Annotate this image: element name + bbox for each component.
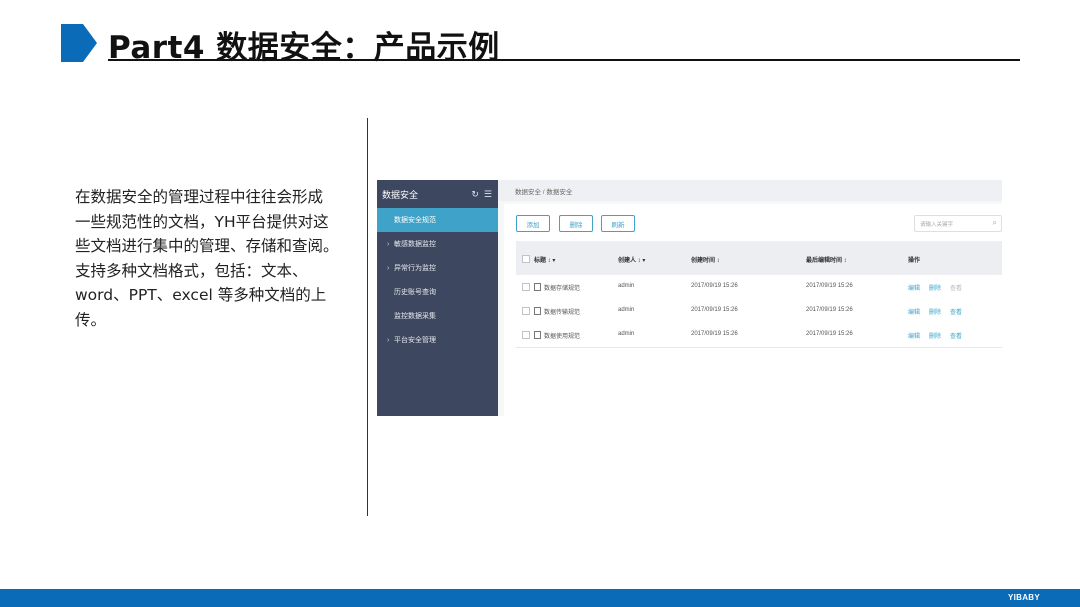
sidebar-item-data-collection[interactable]: 监控数据采集 xyxy=(377,304,498,328)
row-edited: 2017/09/19 15:26 xyxy=(806,283,853,289)
description-line: 在数据安全的管理过程中往往会形成 xyxy=(75,188,324,206)
menu-icon[interactable]: ☰ xyxy=(484,189,492,200)
sidebar-item-label: 数据安全规范 xyxy=(394,217,436,224)
delete-link[interactable]: 删除 xyxy=(929,307,941,316)
sidebar-item-label: 敏感数据监控 xyxy=(394,241,436,248)
search-input[interactable]: 请输入关键字 ⌕ xyxy=(914,215,1002,232)
row-checkbox[interactable] xyxy=(522,307,530,315)
delete-link[interactable]: 删除 xyxy=(929,283,941,292)
row-created: 2017/09/19 15:26 xyxy=(691,331,738,337)
row-edited: 2017/09/19 15:26 xyxy=(806,307,853,313)
edit-link[interactable]: 编辑 xyxy=(908,307,920,316)
delete-button[interactable]: 删除 xyxy=(559,215,593,232)
edit-link[interactable]: 编辑 xyxy=(908,331,920,340)
product-screenshot: 数据安全 ↻ ☰ 数据安全规范 › 敏感数据监控 › 异常行为监控 历史账号查询… xyxy=(377,180,1002,416)
description-line: word、PPT、excel 等多种文档的上 xyxy=(75,286,327,304)
sidebar-item-label: 历史账号查询 xyxy=(394,289,436,296)
table-row[interactable]: 数据传输规范 admin 2017/09/19 15:26 2017/09/19… xyxy=(516,299,1002,324)
select-all-checkbox[interactable] xyxy=(522,255,530,263)
row-title: 数据传输规范 xyxy=(544,310,581,316)
sidebar-item-account-history[interactable]: 历史账号查询 xyxy=(377,280,498,304)
view-link[interactable]: 查看 xyxy=(950,331,962,340)
column-header-edited[interactable]: 最后编辑时间 ↕ xyxy=(806,255,847,264)
chevron-right-icon: › xyxy=(387,240,390,248)
delete-link[interactable]: 删除 xyxy=(929,331,941,340)
column-header-creator[interactable]: 创建人 ↕ ▾ xyxy=(618,255,645,264)
refresh-icon[interactable]: ↻ xyxy=(471,189,479,200)
breadcrumb[interactable]: 数据安全 / 数据安全 xyxy=(515,186,572,196)
sidebar-item-label: 平台安全管理 xyxy=(394,337,436,344)
table-row[interactable]: 数据存储规范 admin 2017/09/19 15:26 2017/09/19… xyxy=(516,275,1002,300)
row-created: 2017/09/19 15:26 xyxy=(691,307,738,313)
row-edited: 2017/09/19 15:26 xyxy=(806,331,853,337)
description-line: 支持多种文档格式，包括：文本、 xyxy=(75,261,308,280)
row-title: 数据使用规范 xyxy=(544,334,581,340)
column-header-title[interactable]: 标题 ↕ ▾ xyxy=(534,255,555,264)
search-placeholder: 请输入关键字 xyxy=(920,222,954,228)
chevron-right-icon: › xyxy=(387,336,390,344)
description-line: 些文档进行集中的管理、存储和查阅。 xyxy=(75,237,339,255)
column-header-actions: 操作 xyxy=(908,258,921,264)
main-area: 数据安全 / 数据安全 添加 删除 刷新 请输入关键字 ⌕ 标题 ↕ ▾ 创建人… xyxy=(498,180,1002,416)
row-title: 数据存储规范 xyxy=(544,286,581,292)
view-link[interactable]: 查看 xyxy=(950,283,962,292)
sidebar-item-security-spec[interactable]: 数据安全规范 xyxy=(377,208,498,232)
row-creator: admin xyxy=(618,331,635,337)
brand-label: YIBABY xyxy=(1007,593,1040,602)
row-checkbox[interactable] xyxy=(522,283,530,291)
column-header-created[interactable]: 创建时间 ↕ xyxy=(691,255,720,264)
sidebar-item-label: 异常行为监控 xyxy=(394,265,436,272)
refresh-button[interactable]: 刷新 xyxy=(601,215,635,232)
sidebar-header: 数据安全 ↻ ☰ xyxy=(377,180,498,208)
search-icon[interactable]: ⌕ xyxy=(993,218,997,228)
sidebar: 数据安全 ↻ ☰ 数据安全规范 › 敏感数据监控 › 异常行为监控 历史账号查询… xyxy=(377,180,498,416)
title-underline xyxy=(108,59,1020,61)
slide-description: 在数据安全的管理过程中往往会形成 一些规范性的文档，YH平台提供对这 些文档进行… xyxy=(75,185,350,332)
sidebar-item-platform-security[interactable]: › 平台安全管理 xyxy=(377,328,498,352)
table-row[interactable]: 数据使用规范 admin 2017/09/19 15:26 2017/09/19… xyxy=(516,323,1002,348)
edit-link[interactable]: 编辑 xyxy=(908,283,920,292)
table-header: 标题 ↕ ▾ 创建人 ↕ ▾ 创建时间 ↕ 最后编辑时间 ↕ 操作 xyxy=(516,241,1002,275)
description-line: 传。 xyxy=(75,310,107,329)
sidebar-title: 数据安全 xyxy=(382,189,419,200)
row-checkbox[interactable] xyxy=(522,331,530,339)
row-creator: admin xyxy=(618,307,635,313)
document-icon xyxy=(534,331,541,339)
description-line: 一些规范性的文档，YH平台提供对这 xyxy=(75,212,329,231)
row-creator: admin xyxy=(618,283,635,289)
content-panel: 添加 删除 刷新 请输入关键字 ⌕ 标题 ↕ ▾ 创建人 ↕ ▾ 创建时间 ↕ … xyxy=(504,204,1002,416)
breadcrumb-bar: 数据安全 / 数据安全 xyxy=(498,180,1002,201)
sidebar-item-abnormal-monitor[interactable]: › 异常行为监控 xyxy=(377,256,498,280)
add-button[interactable]: 添加 xyxy=(516,215,550,232)
document-icon xyxy=(534,307,541,315)
row-created: 2017/09/19 15:26 xyxy=(691,283,738,289)
footer-bar: YIBABY xyxy=(0,589,1080,607)
sidebar-item-label: 监控数据采集 xyxy=(394,313,436,320)
view-link[interactable]: 查看 xyxy=(950,307,962,316)
sidebar-item-sensitive-monitor[interactable]: › 敏感数据监控 xyxy=(377,232,498,256)
vertical-divider xyxy=(367,118,368,516)
chevron-right-icon: › xyxy=(387,264,390,272)
document-icon xyxy=(534,283,541,291)
title-marker-icon xyxy=(61,24,97,62)
